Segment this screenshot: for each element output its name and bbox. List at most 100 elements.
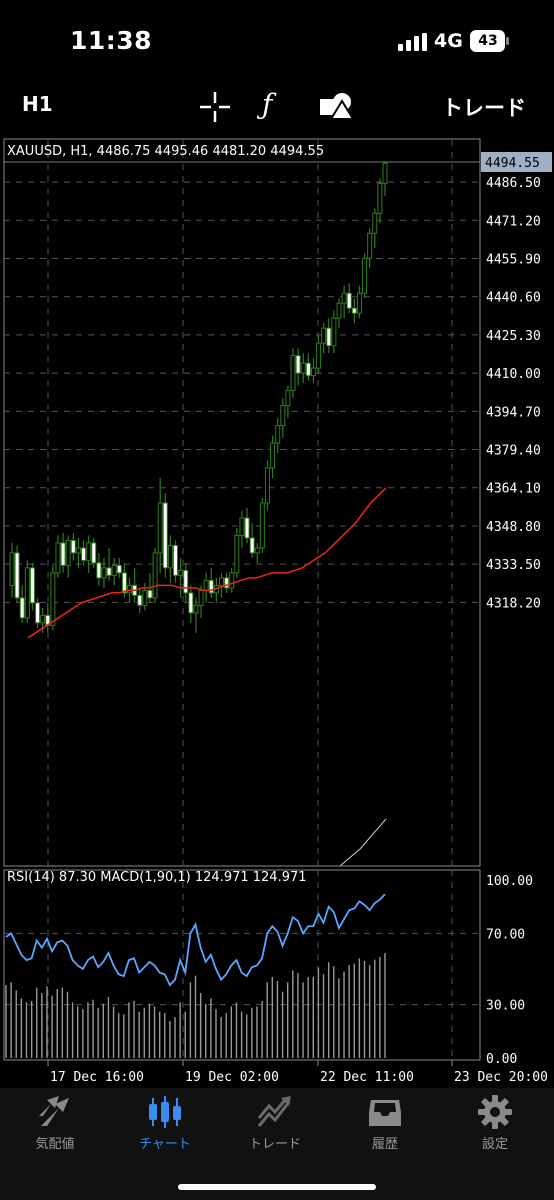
candle-body [239, 517, 245, 536]
candle-body [81, 547, 87, 561]
gear-icon [478, 1095, 512, 1129]
candle-body [162, 502, 168, 569]
candle-body [9, 552, 15, 586]
candle-body [367, 232, 373, 259]
candle-body [19, 597, 25, 619]
price-axis-label: 4455.90 [486, 253, 541, 268]
tab-history[interactable]: 履歴 [330, 1088, 440, 1158]
candle-body [198, 589, 204, 606]
crosshair-icon[interactable] [200, 92, 230, 122]
indicator-header: RSI(14) 87.30 MACD(1,90,1) 124.971 124.9… [7, 870, 307, 885]
time-axis-label: 17 Dec 16:00 [50, 1070, 144, 1085]
candle-body [346, 292, 352, 309]
candle-body [249, 537, 255, 554]
cellular-signal-icon [398, 33, 427, 51]
candle-body [40, 614, 46, 624]
candle-body [203, 579, 209, 591]
candle-body [321, 327, 327, 344]
indicator-axis-label: 0.00 [486, 1052, 517, 1067]
candle-body [55, 542, 61, 574]
candle-body [127, 584, 133, 594]
candle-body [65, 539, 71, 566]
candle-body [157, 502, 163, 554]
trade-button[interactable]: トレード [442, 92, 526, 122]
candle-body [280, 405, 286, 427]
tab-chart[interactable]: チャート [110, 1088, 220, 1158]
candle-body [188, 592, 194, 614]
chart-toolbar: H1 ƒ トレード [0, 80, 554, 134]
candle-body [372, 212, 378, 234]
candle-body [290, 355, 296, 392]
status-bar: 11:38 4G 43 [0, 0, 554, 80]
price-axis-label: 4379.40 [486, 444, 541, 459]
candle-body [75, 547, 81, 554]
candle-body [341, 292, 347, 304]
indicator-axis-label: 30.00 [486, 999, 525, 1014]
quotes-arrows-icon [39, 1096, 69, 1126]
price-axis-label: 4440.60 [486, 291, 541, 306]
battery-level: 43 [478, 33, 498, 49]
candle-body [167, 544, 173, 569]
candle-body [137, 594, 143, 606]
price-pane-frame [3, 138, 481, 867]
candle-body [377, 182, 383, 214]
candle-body [111, 564, 117, 576]
time-axis-label: 19 Dec 02:00 [185, 1070, 279, 1085]
price-axis-label: 4348.80 [486, 520, 541, 535]
price-axis-label: 4318.20 [486, 596, 541, 611]
indicator-axis-label: 100.00 [486, 874, 533, 889]
tab-trade[interactable]: トレード [220, 1088, 330, 1158]
candle-body [50, 572, 56, 626]
candle-body [300, 362, 306, 374]
candle-body [178, 569, 184, 576]
tab-settings[interactable]: 設定 [440, 1088, 550, 1158]
objects-shapes-icon[interactable] [320, 91, 354, 119]
history-inbox-icon [369, 1100, 401, 1126]
candle-body [106, 567, 112, 576]
price-axis-label: 4410.00 [486, 367, 541, 382]
candle-body [326, 327, 332, 347]
candle-body [29, 567, 35, 604]
price-axis-label: 4364.10 [486, 482, 541, 497]
chart-canvas[interactable]: 4486.50 4471.20 4455.90 4440.60 4425.30 4410.… [0, 138, 554, 1086]
price-axis-label: 4333.50 [486, 558, 541, 573]
candle-body [96, 562, 102, 579]
time-axis-label: 22 Dec 11:00 [320, 1070, 414, 1085]
candle-body [35, 602, 41, 624]
price-axis-label: 4471.20 [486, 214, 541, 229]
tab-quotes[interactable]: 気配値 [0, 1088, 110, 1158]
timeframe-button[interactable]: H1 [22, 92, 53, 116]
candle-body [121, 572, 127, 594]
price-axis-label: 4394.70 [486, 405, 541, 420]
moving-average-line [27, 487, 387, 639]
status-time: 11:38 [70, 26, 153, 55]
candle-body [362, 257, 368, 294]
candle-body [234, 534, 240, 574]
candle-body [275, 425, 281, 444]
candle-body [264, 467, 270, 504]
price-axis-label: 4425.30 [486, 329, 541, 344]
candle-body [116, 564, 122, 574]
candle-body [244, 517, 250, 539]
candle-body [351, 307, 357, 314]
candle-body [60, 542, 66, 566]
second-average-line [339, 818, 387, 867]
tab-label-trade: トレード [248, 1137, 301, 1152]
candle-body [356, 292, 362, 314]
price-chart[interactable]: 4486.50 4471.20 4455.90 4440.60 4425.30 4410.… [0, 138, 554, 1086]
candle-body [183, 569, 189, 594]
candle-body [14, 552, 20, 599]
tab-label-quotes: 気配値 [35, 1137, 75, 1152]
candle-body [70, 539, 76, 554]
network-type: 4G [434, 30, 463, 52]
candle-body [86, 542, 92, 561]
indicator-function-icon[interactable]: ƒ [262, 88, 272, 121]
trade-trend-icon [257, 1096, 291, 1127]
candles-group [9, 160, 388, 633]
tab-label-history: 履歴 [371, 1137, 398, 1152]
tab-label-settings: 設定 [481, 1137, 508, 1152]
current-price-label: 4494.55 [485, 156, 540, 171]
candle-body [147, 589, 153, 599]
candle-body [101, 567, 107, 579]
candle-body [305, 362, 311, 377]
